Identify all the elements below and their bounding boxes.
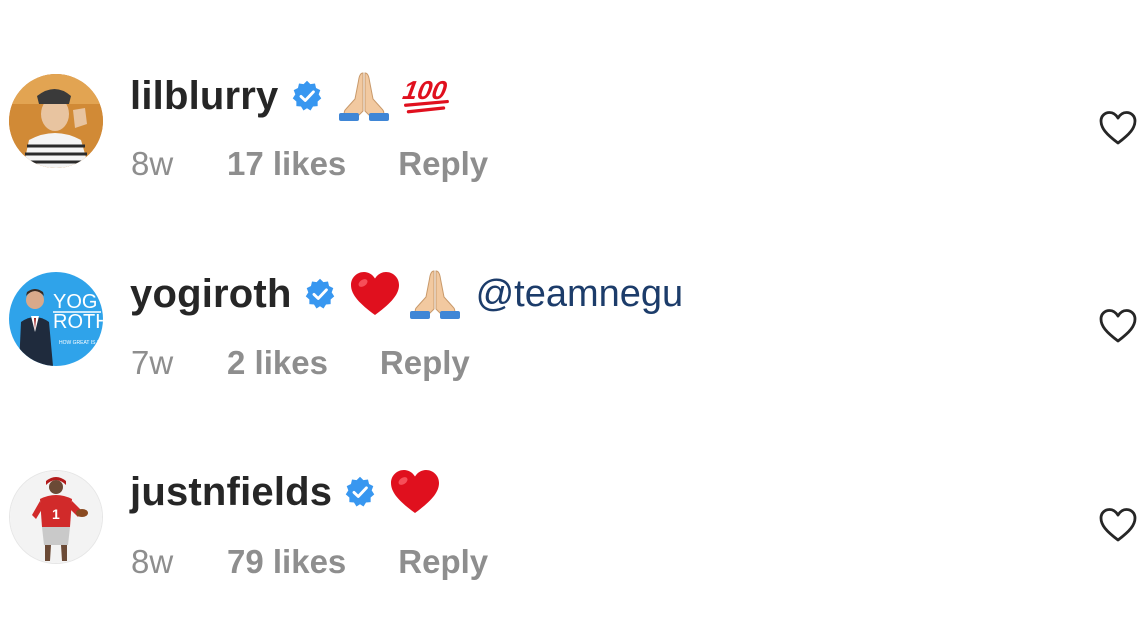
username[interactable]: justnfields	[130, 470, 332, 515]
folded-hands-icon	[408, 267, 462, 321]
reply-button[interactable]: Reply	[380, 344, 470, 382]
avatar[interactable]: YOG ROTH HOW GREAT IS ROLL	[9, 272, 103, 366]
red-heart-icon	[350, 271, 400, 317]
comment-item: 1 justnfields 8w 79 likes Reply	[0, 0, 1140, 580]
verified-badge-icon	[304, 278, 336, 310]
avatar[interactable]: 1	[9, 470, 103, 564]
likes-count[interactable]: 79 likes	[227, 543, 346, 581]
mention-link[interactable]: @teamnegu	[476, 273, 684, 316]
verified-badge-icon	[344, 476, 376, 508]
svg-text:1: 1	[52, 506, 60, 522]
likes-count[interactable]: 2 likes	[227, 344, 328, 382]
reply-button[interactable]: Reply	[398, 543, 488, 581]
comment-time: 7w	[131, 344, 174, 381]
red-heart-icon	[390, 469, 440, 515]
svg-text:YOG: YOG	[53, 291, 97, 313]
svg-text:HOW GREAT IS ROLL: HOW GREAT IS ROLL	[59, 340, 103, 346]
username[interactable]: yogiroth	[130, 272, 292, 317]
like-heart-icon[interactable]	[1098, 507, 1138, 543]
like-heart-icon[interactable]	[1098, 308, 1138, 344]
comment-time: 8w	[131, 543, 174, 580]
svg-text:ROTH: ROTH	[53, 311, 103, 333]
